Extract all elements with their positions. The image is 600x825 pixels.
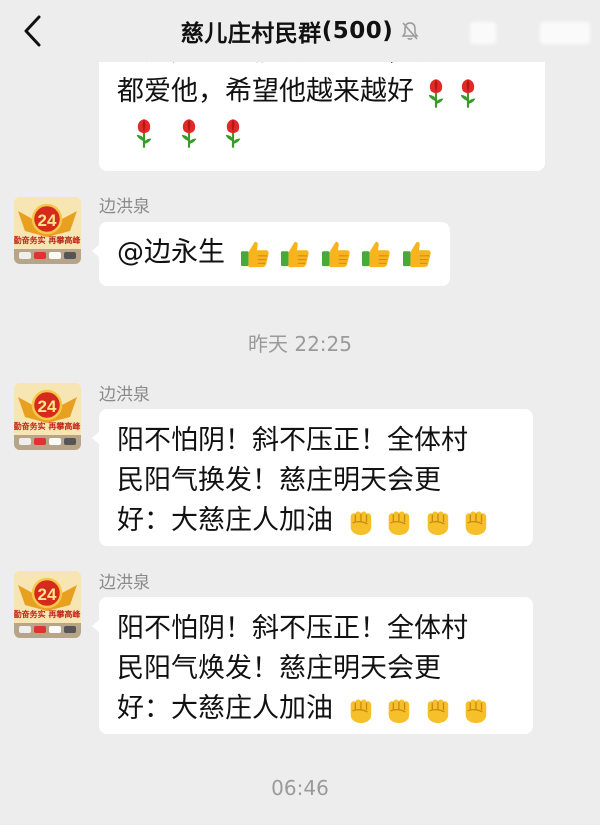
fist-icon [461,508,489,536]
thumbs-up-icon [361,240,391,268]
avatar-image: 24 勤奋务实 再攀高峰 [14,571,81,638]
message-text-line: 民阳气换发！慈庄明天会更 [117,465,441,496]
message-text: 好：大慈庄人加油 [117,505,333,536]
emoji-row [131,112,527,152]
rose-icon [133,117,155,149]
fist-icon [384,696,412,724]
page-title: 慈儿庄村民群 (500) [181,14,420,48]
message-text-line: 好：大慈庄人加油 [117,501,515,541]
member-count: (500) [321,18,394,44]
message-bubble[interactable]: 阳不怕阴！斜不压正！全体村 民阳气换发！慈庄明天会更 好：大慈庄人加油 [92,409,533,546]
avatar-slogan: 勤奋务实 再攀高峰 [14,609,80,619]
fist-icon [461,696,489,724]
rose-icon [222,117,244,149]
message-text-line: 都爱他，希望他越来越好 [117,72,527,112]
fist-icon [346,696,374,724]
rose-icon [457,77,479,109]
message-text-line: 民阳气焕发！慈庄明天会更 [117,653,441,684]
fist-icon [346,508,374,536]
chevron-left-icon [24,15,41,47]
redacted-block [540,22,590,44]
rose-icon [425,77,447,109]
thumbs-up-icon [240,240,270,268]
mute-bell-icon [401,21,419,41]
message-bubble[interactable]: @边永生 [92,222,450,286]
sender-name: 边洪泉 [99,385,150,405]
avatar-image: 24 勤奋务实 再攀高峰 [14,197,81,264]
avatar[interactable]: 24 勤奋务实 再攀高峰 [14,197,81,264]
chat-header: 慈儿庄村民群 (500) [0,0,600,62]
fist-icon [384,508,412,536]
avatar[interactable]: 24 勤奋务实 再攀高峰 [14,383,81,450]
message-text-line: 阳不怕阴！斜不压正！全体村 [117,613,468,644]
fist-icon [423,696,451,724]
thumbs-up-icon [280,240,310,268]
message-list[interactable]: 慈儿庄是我们共同的家，大家 都爱他，希望他越来越好 24 勤奋务实 再攀高峰 边… [0,0,600,825]
message-text-line: 好：大慈庄人加油 [117,689,515,729]
avatar-slogan: 勤奋务实 再攀高峰 [14,235,80,245]
fist-icon [423,508,451,536]
thumbs-up-icon [321,240,351,268]
timestamp: 06:46 [271,776,329,800]
message-text-line: 阳不怕阴！斜不压正！全体村 [117,425,468,456]
back-button[interactable] [14,12,50,50]
message-text: 都爱他，希望他越来越好 [117,76,414,107]
message-text: @边永生 [117,237,225,268]
thumbs-up-icon [402,240,432,268]
avatar-image: 24 勤奋务实 再攀高峰 [14,383,81,450]
timestamp: 昨天 22:25 [248,332,352,356]
rose-icon [178,117,200,149]
avatar-slogan: 勤奋务实 再攀高峰 [14,421,80,431]
avatar-badge-text: 24 [38,585,57,604]
sender-name: 边洪泉 [99,197,150,217]
avatar[interactable]: 24 勤奋务实 再攀高峰 [14,571,81,638]
avatar-badge-text: 24 [38,211,57,230]
message-text: 好：大慈庄人加油 [117,693,333,724]
redacted-block [470,22,496,44]
message-bubble[interactable]: 阳不怕阴！斜不压正！全体村 民阳气焕发！慈庄明天会更 好：大慈庄人加油 [92,597,533,734]
sender-name: 边洪泉 [99,573,150,593]
avatar-badge-text: 24 [38,397,57,416]
group-name: 慈儿庄村民群 [180,21,322,47]
